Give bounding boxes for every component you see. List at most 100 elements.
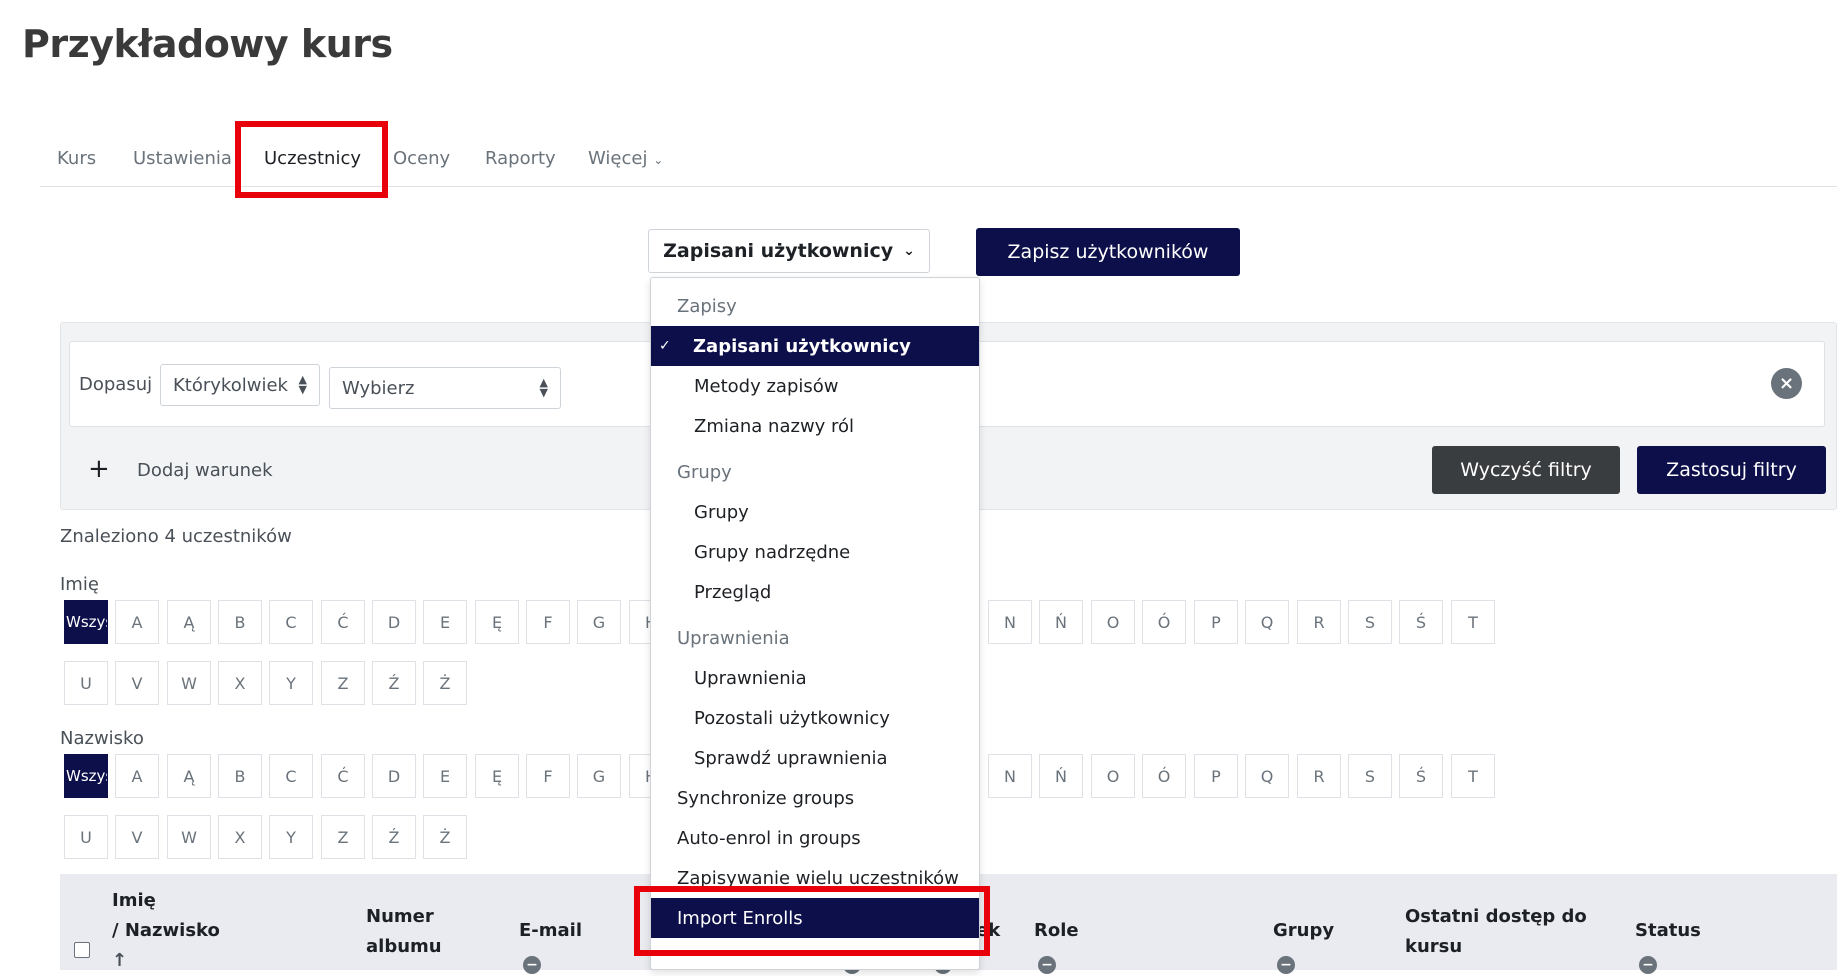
initial-letter[interactable]: Ń [1039, 754, 1083, 798]
initial-letter[interactable]: E [423, 600, 467, 644]
initial-letter[interactable]: N [988, 600, 1032, 644]
initial-letter[interactable]: X [218, 661, 262, 705]
initial-letter[interactable]: T [1451, 600, 1495, 644]
initial-letter[interactable]: C [269, 754, 313, 798]
initial-letter[interactable]: Ś [1399, 754, 1443, 798]
collapse-column-icon[interactable]: − [523, 956, 541, 974]
initial-letter[interactable]: Ą [167, 600, 211, 644]
initial-letter[interactable]: N [988, 754, 1032, 798]
select-all-checkbox[interactable] [74, 942, 90, 958]
enrol-users-button[interactable]: Zapisz użytkowników [976, 228, 1240, 276]
initial-letter[interactable]: U [64, 815, 108, 859]
collapse-column-icon[interactable]: − [1038, 956, 1056, 974]
initial-letter[interactable]: Ą [167, 754, 211, 798]
dropdown-item-enrolment-methods[interactable]: Metody zapisów [651, 366, 979, 406]
initial-letter[interactable]: E [423, 754, 467, 798]
sort-ascending-icon[interactable]: ↑ [112, 946, 127, 976]
initial-letter[interactable]: R [1297, 600, 1341, 644]
column-roles[interactable]: Role [1034, 916, 1079, 946]
tab-kurs[interactable]: Kurs [57, 148, 96, 169]
initial-letter[interactable]: Ż [423, 661, 467, 705]
initial-letter[interactable]: F [526, 600, 570, 644]
initial-letter[interactable]: D [372, 600, 416, 644]
dropdown-item-rename-roles[interactable]: Zmiana nazwy ról [651, 406, 979, 446]
initial-letter[interactable]: Q [1245, 754, 1289, 798]
initial-letter[interactable]: Ź [372, 815, 416, 859]
add-condition-link[interactable]: Dodaj warunek [137, 460, 273, 481]
initial-letter[interactable]: A [115, 600, 159, 644]
initial-letter[interactable]: O [1091, 754, 1135, 798]
column-album-1[interactable]: Numer [366, 902, 434, 932]
dropdown-item-enrolled-users[interactable]: ✓ Zapisani użytkownicy [651, 326, 979, 366]
initial-letter[interactable]: B [218, 600, 262, 644]
initial-letter[interactable]: Z [321, 661, 365, 705]
initial-letter[interactable]: R [1297, 754, 1341, 798]
initial-letter[interactable]: Ę [475, 754, 519, 798]
initial-letter[interactable]: T [1451, 754, 1495, 798]
initial-letter[interactable]: Ó [1142, 754, 1186, 798]
initial-letter[interactable]: V [115, 661, 159, 705]
enrolment-select-button[interactable]: Zapisani użytkownicy ⌄ [648, 229, 930, 273]
column-name-last[interactable]: / Nazwisko [112, 916, 220, 946]
match-select[interactable]: Którykolwiek ▲ ▼ [160, 364, 320, 406]
initial-letter[interactable]: Y [269, 815, 313, 859]
initial-letter[interactable]: A [115, 754, 159, 798]
initial-letter[interactable]: Ź [372, 661, 416, 705]
initial-letter[interactable]: V [115, 815, 159, 859]
remove-condition-icon[interactable]: × [1771, 368, 1802, 399]
column-album-2[interactable]: albumu [366, 932, 442, 962]
column-status[interactable]: Status [1635, 916, 1701, 946]
column-groups[interactable]: Grupy [1273, 916, 1334, 946]
tab-ustawienia[interactable]: Ustawienia [133, 148, 232, 169]
initial-letter[interactable]: Ć [321, 600, 365, 644]
column-last-access-1[interactable]: Ostatni dostęp do [1405, 902, 1587, 932]
initial-letter[interactable]: B [218, 754, 262, 798]
initial-letter[interactable]: W [167, 815, 211, 859]
initial-letter[interactable]: G [577, 600, 621, 644]
initial-letter[interactable]: X [218, 815, 262, 859]
dropdown-item-groupings[interactable]: Grupy nadrzędne [651, 532, 979, 572]
clear-filters-button[interactable]: Wyczyść filtry [1432, 446, 1620, 494]
filter-type-select[interactable]: Wybierz ▲ ▼ [329, 367, 561, 409]
dropdown-item-synchronize-groups[interactable]: Synchronize groups [651, 778, 979, 818]
dropdown-item-auto-enrol-groups[interactable]: Auto-enrol in groups [651, 818, 979, 858]
dropdown-item-groups[interactable]: Grupy [651, 492, 979, 532]
dropdown-item-other-users[interactable]: Pozostali użytkownicy [651, 698, 979, 738]
initial-letter[interactable]: W [167, 661, 211, 705]
initial-all[interactable]: Wszystkie [64, 754, 108, 798]
enrolment-dropdown-menu: Zapisy ✓ Zapisani użytkownicy Metody zap… [650, 277, 980, 970]
initial-letter[interactable]: Z [321, 815, 365, 859]
initial-letter[interactable]: O [1091, 600, 1135, 644]
collapse-column-icon[interactable]: − [1277, 956, 1295, 974]
tab-wiecej[interactable]: Więcej ⌄ [588, 148, 663, 169]
initial-letter[interactable]: C [269, 600, 313, 644]
column-last-access-2[interactable]: kursu [1405, 932, 1462, 962]
tab-oceny[interactable]: Oceny [393, 148, 450, 169]
apply-filters-button[interactable]: Zastosuj filtry [1637, 446, 1826, 494]
initial-letter[interactable]: Ć [321, 754, 365, 798]
dropdown-item-check-permissions[interactable]: Sprawdź uprawnienia [651, 738, 979, 778]
initial-letter[interactable]: S [1348, 754, 1392, 798]
column-email[interactable]: E-mail [519, 916, 582, 946]
initial-letter[interactable]: Y [269, 661, 313, 705]
initial-letter[interactable]: G [577, 754, 621, 798]
initial-all[interactable]: Wszystkie [64, 600, 108, 644]
initial-letter[interactable]: P [1194, 754, 1238, 798]
initial-letter[interactable]: Ż [423, 815, 467, 859]
initial-letter[interactable]: P [1194, 600, 1238, 644]
collapse-column-icon[interactable]: − [1639, 956, 1657, 974]
initial-letter[interactable]: U [64, 661, 108, 705]
plus-icon[interactable]: + [88, 456, 110, 482]
initial-letter[interactable]: Q [1245, 600, 1289, 644]
initial-letter[interactable]: Ó [1142, 600, 1186, 644]
initial-letter[interactable]: Ś [1399, 600, 1443, 644]
initial-letter[interactable]: Ń [1039, 600, 1083, 644]
initial-letter[interactable]: S [1348, 600, 1392, 644]
initial-letter[interactable]: Ę [475, 600, 519, 644]
dropdown-item-permissions[interactable]: Uprawnienia [651, 658, 979, 698]
initial-letter[interactable]: D [372, 754, 416, 798]
tab-raporty[interactable]: Raporty [485, 148, 556, 169]
initial-letter[interactable]: F [526, 754, 570, 798]
column-name-first[interactable]: Imię [112, 886, 156, 916]
dropdown-item-overview[interactable]: Przegląd [651, 572, 979, 612]
